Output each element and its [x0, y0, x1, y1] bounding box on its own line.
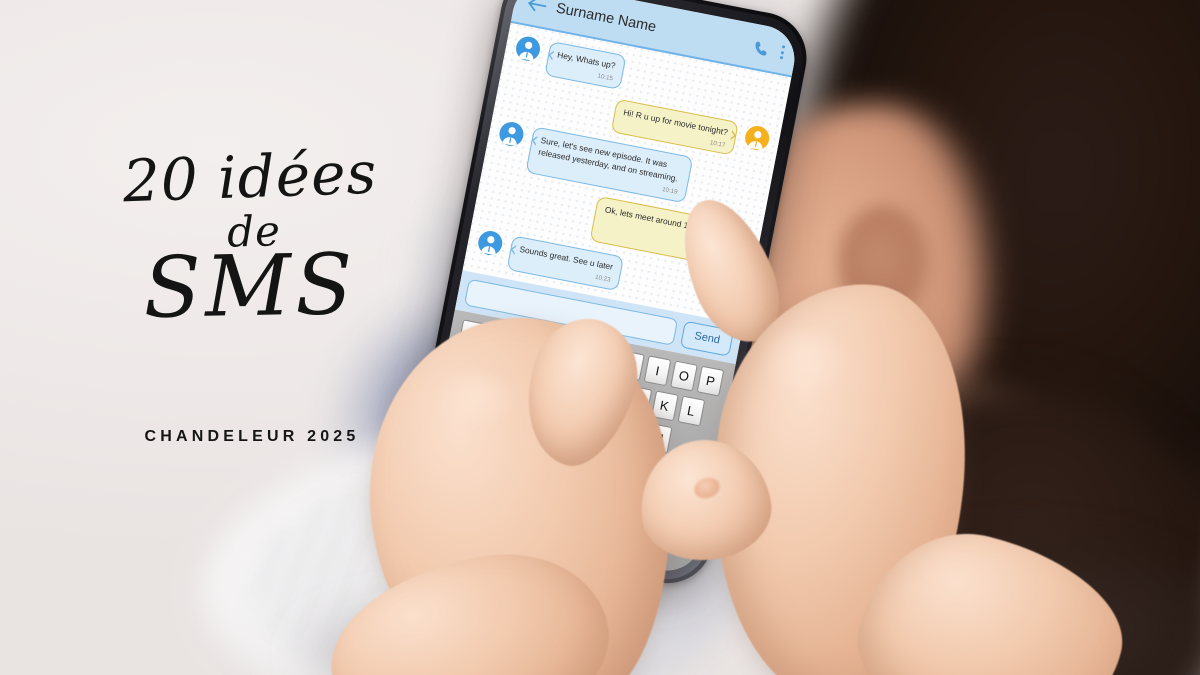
contact-avatar-blue — [513, 34, 543, 63]
knuckle-highlight — [760, 330, 850, 400]
back-arrow-icon[interactable] — [525, 0, 550, 16]
three-dot-menu-icon[interactable] — [779, 45, 786, 60]
contact-avatar-blue — [497, 120, 526, 149]
subtitle-kicker: CHANDELEUR 2025 — [144, 428, 360, 445]
key-L[interactable]: L — [677, 395, 705, 427]
contact-avatar-blue — [476, 229, 505, 258]
chat-header-actions — [752, 38, 786, 61]
phone-call-icon[interactable] — [752, 38, 772, 58]
user-avatar-gold — [743, 123, 772, 152]
key-P[interactable]: P — [696, 365, 725, 397]
key-I[interactable]: I — [643, 355, 672, 387]
key-O[interactable]: O — [670, 360, 698, 392]
chat-bubble-incoming: Hey, Whats up? 10:15 — [544, 40, 627, 90]
knuckle-highlight — [432, 372, 518, 432]
poster-canvas: 20 idées de SMS CHANDELEUR 2025 Surname … — [0, 0, 1200, 675]
